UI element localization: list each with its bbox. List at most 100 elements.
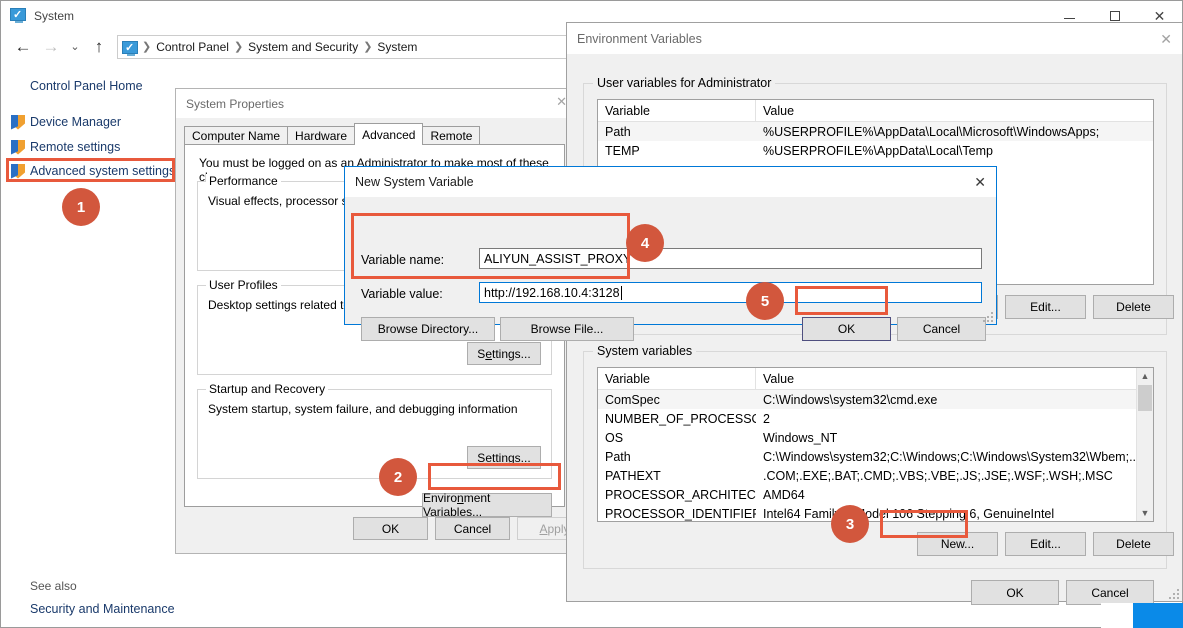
cell-value: .COM;.EXE;.BAT;.CMD;.VBS;.VBE;.JS;.JSE;.… bbox=[756, 466, 1153, 485]
environment-variables-cancel-button[interactable]: Cancel bbox=[1066, 580, 1154, 605]
cell-value: Intel64 Family 6 Model 106 Stepping 6, G… bbox=[756, 504, 1153, 522]
step-marker-1: 1 bbox=[62, 188, 100, 226]
cell-value: 2 bbox=[756, 409, 1153, 428]
close-icon[interactable]: ✕ bbox=[974, 174, 986, 191]
system-variables-scrollbar[interactable]: ▲ ▼ bbox=[1136, 368, 1153, 521]
sidebar-item-label: Advanced system settings bbox=[30, 164, 175, 178]
cell-variable: Path bbox=[598, 122, 756, 141]
new-system-variable-content: Variable name: ALIYUN_ASSIST_PROXY Varia… bbox=[345, 197, 996, 324]
table-row[interactable]: TEMP %USERPROFILE%\AppData\Local\Temp bbox=[598, 141, 1153, 160]
button-label: Settings... bbox=[477, 347, 530, 361]
desktop-strip-blue bbox=[1133, 603, 1183, 628]
variable-name-value: ALIYUN_ASSIST_PROXY bbox=[484, 252, 631, 266]
dialog-title: New System Variable bbox=[355, 175, 474, 189]
table-row[interactable]: PROCESSOR_IDENTIFIER Intel64 Family 6 Mo… bbox=[598, 504, 1153, 522]
table-row[interactable]: ComSpec C:\Windows\system32\cmd.exe bbox=[598, 390, 1153, 409]
table-row[interactable]: PATHEXT .COM;.EXE;.BAT;.CMD;.VBS;.VBE;.J… bbox=[598, 466, 1153, 485]
address-monitor-icon: ✓ bbox=[122, 39, 138, 53]
chevron-down-icon[interactable]: ▼ bbox=[1137, 505, 1153, 521]
table-row[interactable]: NUMBER_OF_PROCESSORS 2 bbox=[598, 409, 1153, 428]
scrollbar-thumb[interactable] bbox=[1138, 385, 1152, 411]
breadcrumb-separator: ❯ bbox=[361, 40, 374, 53]
column-header-value[interactable]: Value bbox=[756, 100, 1153, 121]
variable-value-input[interactable]: http://192.168.10.4:3128 bbox=[479, 282, 982, 303]
resize-grip-icon[interactable] bbox=[1168, 588, 1179, 599]
window-title: System bbox=[34, 9, 74, 23]
cell-variable: TEMP bbox=[598, 141, 756, 160]
variable-name-label: Variable name: bbox=[361, 253, 444, 267]
cell-value: Windows_NT bbox=[756, 428, 1153, 447]
breadcrumb-item-system[interactable]: System bbox=[374, 40, 420, 54]
sidebar-item-label: Remote settings bbox=[30, 140, 120, 154]
chevron-up-icon[interactable]: ▲ bbox=[1137, 368, 1153, 384]
new-variable-cancel-button[interactable]: Cancel bbox=[897, 317, 986, 341]
sidebar-item-remote-settings[interactable]: Remote settings bbox=[11, 136, 120, 158]
user-edit-button[interactable]: Edit... bbox=[1005, 295, 1086, 319]
column-header-variable[interactable]: Variable bbox=[598, 368, 756, 389]
environment-variables-ok-button[interactable]: OK bbox=[971, 580, 1059, 605]
see-also-link-security-and-maintenance[interactable]: Security and Maintenance bbox=[30, 602, 175, 616]
breadcrumb-item-control-panel[interactable]: Control Panel bbox=[153, 40, 232, 54]
cell-variable: PROCESSOR_ARCHITECTURE bbox=[598, 485, 756, 504]
variable-name-input[interactable]: ALIYUN_ASSIST_PROXY bbox=[479, 248, 982, 269]
system-variables-table[interactable]: Variable Value ComSpec C:\Windows\system… bbox=[597, 367, 1154, 522]
cell-variable: Path bbox=[598, 447, 756, 466]
table-row[interactable]: OS Windows_NT bbox=[598, 428, 1153, 447]
dialog-title: System Properties bbox=[186, 97, 284, 111]
breadcrumb-separator: ❯ bbox=[232, 40, 245, 53]
tab-advanced[interactable]: Advanced bbox=[354, 123, 423, 145]
performance-legend: Performance bbox=[206, 174, 281, 188]
cell-value: C:\Windows\system32;C:\Windows;C:\Window… bbox=[756, 447, 1153, 466]
tab-computer-name[interactable]: Computer Name bbox=[184, 126, 288, 145]
sidebar-item-advanced-system-settings[interactable]: Advanced system settings bbox=[11, 160, 175, 182]
system-delete-button[interactable]: Delete bbox=[1093, 532, 1174, 556]
user-variables-legend: User variables for Administrator bbox=[593, 76, 775, 90]
shield-icon bbox=[11, 115, 25, 130]
cell-variable: NUMBER_OF_PROCESSORS bbox=[598, 409, 756, 428]
new-system-variable-titlebar: New System Variable ✕ bbox=[345, 167, 996, 197]
sidebar-item-control-panel-home[interactable]: Control Panel Home bbox=[30, 79, 143, 93]
table-row[interactable]: PROCESSOR_ARCHITECTURE AMD64 bbox=[598, 485, 1153, 504]
breadcrumb-item-system-and-security[interactable]: System and Security bbox=[245, 40, 361, 54]
tab-hardware[interactable]: Hardware bbox=[287, 126, 355, 145]
back-arrow-icon[interactable]: ← bbox=[9, 34, 37, 60]
cell-value: C:\Windows\system32\cmd.exe bbox=[756, 390, 1153, 409]
column-header-variable[interactable]: Variable bbox=[598, 100, 756, 121]
browse-directory-button[interactable]: Browse Directory... bbox=[361, 317, 495, 341]
user-profiles-settings-button[interactable]: Settings... bbox=[467, 342, 541, 365]
table-header: Variable Value bbox=[598, 100, 1153, 122]
close-icon[interactable]: ✕ bbox=[1160, 31, 1172, 48]
system-properties-ok-button[interactable]: OK bbox=[353, 517, 428, 540]
forward-arrow-icon[interactable]: → bbox=[37, 34, 65, 60]
table-row[interactable]: Path C:\Windows\system32;C:\Windows;C:\W… bbox=[598, 447, 1153, 466]
screen: ✓ System ✕ ← → ⌄ ↑ ✓ ❯ Control Panel ❯ S… bbox=[0, 0, 1183, 628]
user-profiles-legend: User Profiles bbox=[206, 278, 281, 292]
cell-value: %USERPROFILE%\AppData\Local\Microsoft\Wi… bbox=[756, 122, 1153, 141]
table-row[interactable]: Path %USERPROFILE%\AppData\Local\Microso… bbox=[598, 122, 1153, 141]
sidebar-item-label: Device Manager bbox=[30, 115, 121, 129]
system-new-button[interactable]: New... bbox=[917, 532, 998, 556]
startup-recovery-settings-button[interactable]: Settings... bbox=[467, 446, 541, 469]
up-arrow-icon[interactable]: ↑ bbox=[85, 34, 113, 60]
environment-variables-button[interactable]: Environment Variables... bbox=[422, 493, 552, 517]
tab-remote[interactable]: Remote bbox=[422, 126, 480, 145]
system-edit-button[interactable]: Edit... bbox=[1005, 532, 1086, 556]
new-variable-ok-button[interactable]: OK bbox=[802, 317, 891, 341]
cell-variable: OS bbox=[598, 428, 756, 447]
startup-recovery-description: System startup, system failure, and debu… bbox=[208, 402, 518, 416]
system-properties-cancel-button[interactable]: Cancel bbox=[435, 517, 510, 540]
cell-value: %USERPROFILE%\AppData\Local\Temp bbox=[756, 141, 1153, 160]
user-delete-button[interactable]: Delete bbox=[1093, 295, 1174, 319]
step-marker-3: 3 bbox=[831, 505, 869, 543]
dialog-title: Environment Variables bbox=[577, 32, 702, 46]
column-header-value[interactable]: Value bbox=[756, 368, 1153, 389]
resize-grip-icon[interactable] bbox=[982, 311, 993, 322]
chevron-down-icon[interactable]: ⌄ bbox=[65, 34, 85, 60]
step-marker-4: 4 bbox=[626, 224, 664, 262]
variable-value-value: http://192.168.10.4:3128 bbox=[484, 286, 620, 300]
desktop-strip-white bbox=[1101, 603, 1133, 628]
environment-variables-titlebar: Environment Variables ✕ bbox=[567, 23, 1182, 54]
browse-file-button[interactable]: Browse File... bbox=[500, 317, 634, 341]
cell-variable: PROCESSOR_IDENTIFIER bbox=[598, 504, 756, 522]
sidebar-item-device-manager[interactable]: Device Manager bbox=[11, 111, 121, 133]
